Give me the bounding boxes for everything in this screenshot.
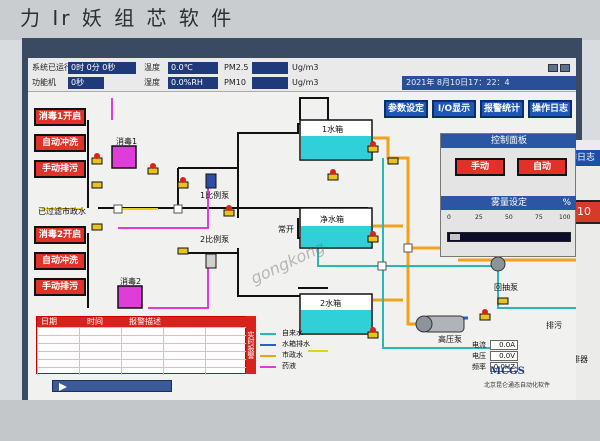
realtime-alarm-tab[interactable]: 实时报警	[246, 316, 256, 374]
drain-arrow	[308, 350, 328, 352]
valve-cap	[330, 169, 336, 175]
high-pump-label: 高压泵	[438, 335, 462, 344]
scada-screen: 系统已运行 0时 0分 0秒 功能机 0秒 温度 0.0℃ 湿度 0.0%RH …	[28, 58, 576, 400]
junction	[403, 243, 413, 253]
scale-tick: 25	[475, 214, 483, 221]
pump-motor	[415, 315, 433, 333]
valve-cap	[94, 153, 100, 159]
spray-setting-label: 雾量设定	[490, 198, 527, 208]
backwash-pump[interactable]	[490, 256, 506, 272]
inlet-label: 已过滤市政水	[38, 207, 86, 216]
legend-item: 药液	[260, 361, 310, 372]
alarm-table-header: 日期 时间 报警描述	[37, 317, 247, 327]
valve-cap	[150, 163, 156, 169]
valve-cap	[180, 177, 186, 183]
frequency-label: 频率	[472, 363, 486, 371]
spray-unit: %	[562, 198, 571, 208]
valve[interactable]	[387, 157, 399, 165]
voltage-value: 0.0V	[490, 351, 518, 361]
monitor-bottom-area	[0, 400, 600, 441]
valve-cap	[482, 309, 488, 315]
disinfect1-tank	[111, 145, 137, 169]
alarm-table: 日期 时间 报警描述	[36, 316, 247, 375]
tank1-level	[301, 136, 371, 159]
scale-tick: 75	[535, 214, 543, 221]
orange-pipe-tank1	[373, 136, 428, 326]
auto-flush2-button[interactable]: 自动冲洗	[34, 252, 86, 270]
legend-item: 水箱排水	[260, 339, 310, 350]
spray-slider-thumb[interactable]	[450, 234, 460, 240]
disinfect2-tank	[117, 285, 143, 309]
monitor-top-area: 力 Ir 妖 组 芯 软 件	[0, 0, 600, 40]
clean-tank-label: 净水箱	[320, 215, 344, 224]
legend-item: 自来水	[260, 328, 310, 339]
backwash-pump-label: 回抽泵	[494, 283, 518, 292]
control-panel: 控制面板 手动 自动 雾量设定 % 0 25 50 75 100	[440, 133, 576, 257]
disinfect2-label: 消毒2	[120, 277, 142, 286]
alarm-col-time: 时间	[87, 317, 103, 326]
current-label: 电流	[472, 341, 486, 349]
valve[interactable]	[91, 181, 103, 189]
manual-mode-button[interactable]: 手动	[455, 158, 505, 176]
photo-scene: 力 Ir 妖 组 芯 软 件 作日志 10 剂排器 系统已运行 0时 0分 0秒…	[0, 0, 600, 441]
tank2-label: 2水箱	[320, 299, 342, 308]
valve-cap	[370, 327, 376, 333]
legend-item: 市政水	[260, 350, 310, 361]
junction	[377, 261, 387, 271]
control-panel-title: 控制面板	[441, 134, 576, 148]
current-meter: 电流 0.0A	[472, 340, 572, 350]
alarm-col-desc: 报警描述	[129, 317, 161, 326]
pipe-tank1-top	[299, 97, 329, 120]
manual-drain1-button[interactable]: 手动排污	[34, 160, 86, 178]
pipe-to-tank1	[178, 123, 308, 169]
manual-drain2-button[interactable]: 手动排污	[34, 278, 86, 296]
voltage-meter: 电压 0.0V	[472, 351, 572, 361]
current-value: 0.0A	[490, 340, 518, 350]
normally-open-label: 常开	[278, 225, 294, 234]
disinfect2-start-button[interactable]: 消毒2开启	[34, 226, 86, 244]
disinfect1-start-button[interactable]: 消毒1开启	[34, 108, 86, 126]
junction	[173, 204, 183, 214]
spray-slider[interactable]	[447, 232, 571, 242]
pump1-label: 1比例泵	[200, 191, 230, 200]
disinfect1-label: 消毒1	[116, 137, 138, 146]
play-icon[interactable]	[59, 383, 67, 391]
pump1-body[interactable]	[205, 173, 217, 189]
tank2-level	[301, 310, 371, 333]
auto-flush1-button[interactable]: 自动冲洗	[34, 134, 86, 152]
alarm-col-date: 日期	[41, 317, 57, 326]
scale-tick: 0	[447, 214, 451, 221]
mcgs-logo: MCGS	[490, 366, 525, 377]
valve[interactable]	[91, 223, 103, 231]
auto-mode-button[interactable]: 自动	[517, 158, 567, 176]
spray-setting-title: 雾量设定 %	[441, 196, 576, 210]
magenta-pipe-bottom	[148, 268, 209, 309]
pump2-label: 2比例泵	[200, 235, 230, 244]
junction	[113, 204, 123, 214]
valve-cap	[370, 231, 376, 237]
drain-label: 排污	[546, 321, 562, 330]
tank1-label: 1水箱	[322, 125, 344, 134]
pipe-legend: 自来水 水箱排水 市政水 药液	[260, 328, 310, 372]
inlet-arrow-2	[118, 208, 158, 210]
window-title-fragment: 力 Ir 妖 组 芯 软 件	[20, 6, 235, 30]
scale-tick: 100	[559, 214, 571, 221]
alarm-table-grid	[37, 327, 247, 375]
pump2-body[interactable]	[205, 253, 217, 269]
spray-scale: 0 25 50 75 100	[447, 214, 571, 222]
valve[interactable]	[497, 297, 509, 305]
playback-bar[interactable]	[52, 380, 172, 392]
voltage-label: 电压	[472, 352, 486, 360]
valve[interactable]	[177, 247, 189, 255]
valve-cap	[370, 141, 376, 147]
mcgs-subtitle: 北京昆仑通态自动化软件	[484, 382, 551, 389]
scale-tick: 50	[505, 214, 513, 221]
valve-cap	[226, 205, 232, 211]
